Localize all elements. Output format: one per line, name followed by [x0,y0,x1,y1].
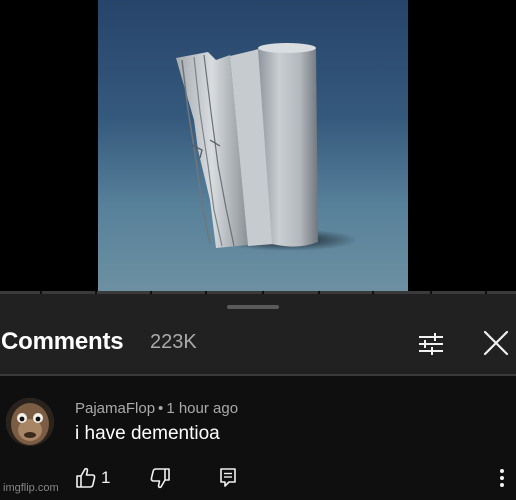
more-vertical-icon[interactable] [494,466,510,490]
sliders-icon[interactable] [415,328,447,360]
comments-count: 223K [150,331,197,353]
thumbs-down-icon[interactable] [148,466,172,490]
comment-item: PajamaFlop • 1 hour ago i have dementioa 1 [0,376,516,500]
comment-time: 1 hour ago [166,400,239,417]
comment-actions: 1 [0,466,516,496]
avatar[interactable] [6,398,54,446]
comment-meta: PajamaFlop • 1 hour ago [75,400,238,417]
thumbs-up-icon[interactable] [74,466,98,490]
comments-title: Comments [1,328,124,355]
close-icon[interactable] [480,327,512,359]
drag-handle[interactable] [227,305,279,309]
like-count: 1 [101,468,111,487]
video-frame [98,0,408,293]
album-art-image [176,43,358,251]
video-player[interactable] [0,0,516,293]
comment-author[interactable]: PajamaFlop [75,400,155,417]
comments-panel: Comments 223K PajamaFlop • 1 hour ago i … [0,294,516,500]
comment-text: i have dementioa [75,423,220,444]
watermark: imgflip.com [3,482,59,494]
reply-icon[interactable] [216,466,240,490]
meta-separator: • [158,400,164,417]
